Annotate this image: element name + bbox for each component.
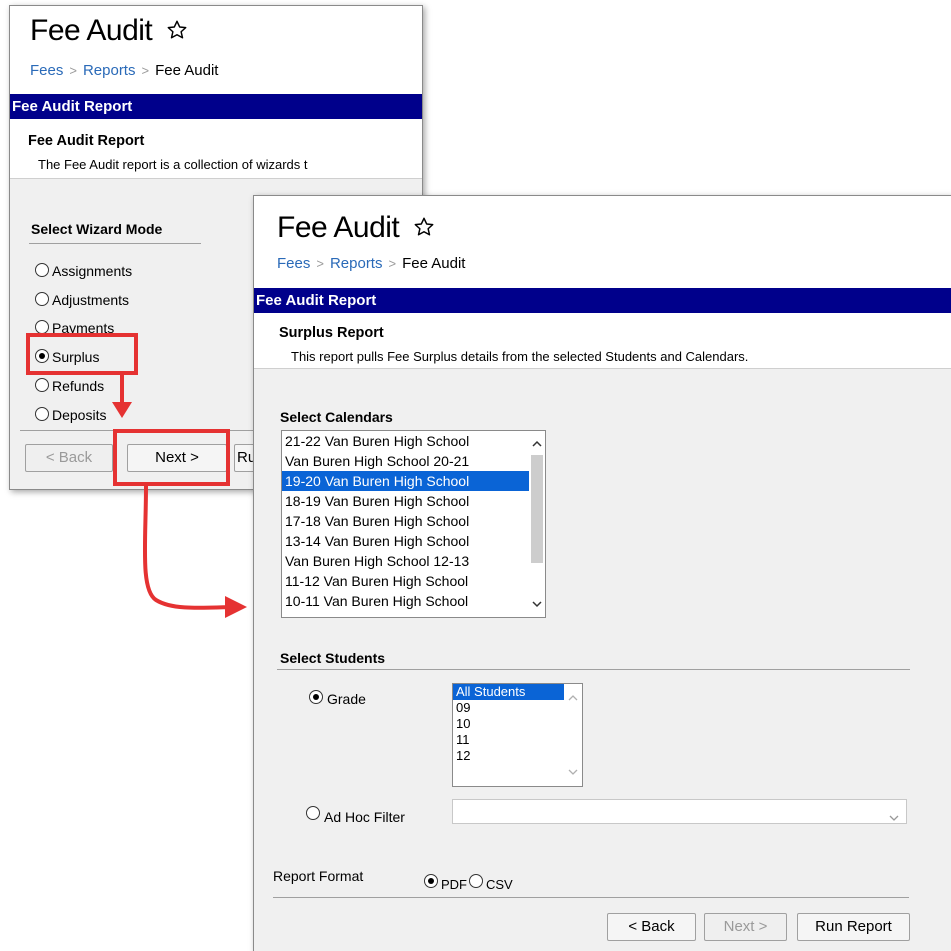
arrowhead-icon <box>225 596 247 618</box>
annotation-arrows <box>112 375 247 618</box>
curved-arrow-icon <box>142 485 233 610</box>
arrowhead-icon <box>112 402 132 418</box>
